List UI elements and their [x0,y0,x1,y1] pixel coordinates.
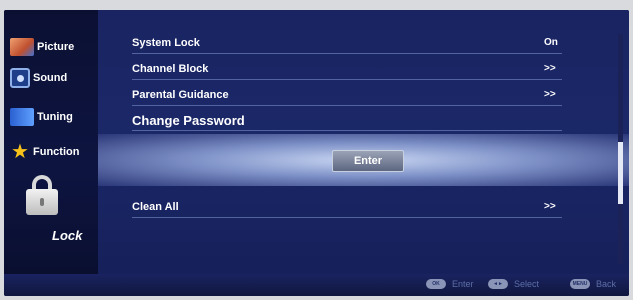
hint-label: Select [514,279,540,289]
menu-row-label: Change Password [132,113,245,128]
hint-bar: OK Enter ◄► Select MENU Back [4,274,629,296]
sidebar-item-picture[interactable]: Picture [10,38,74,56]
sidebar-item-label: Sound [33,72,68,84]
menu-row-label: Channel Block [132,63,209,75]
menu-row-value: >> [544,89,556,100]
menu-row-value: >> [544,63,556,74]
hint-label: Back [596,279,617,289]
menu-row-label: Clean All [132,201,179,213]
menu-row-clean-all[interactable]: Clean All >> [132,198,572,218]
sidebar-item-function[interactable]: ★ Function [10,142,79,162]
menu-row-label: Parental Guidance [132,89,229,101]
menu-row-label: System Lock [132,37,200,49]
sidebar-item-label: Function [33,146,80,158]
menu-key-icon: MENU [570,279,590,289]
tv-screen: Picture Sound Tuning ★ Function Lock Sys… [4,10,629,296]
hint-select: ◄► Select [488,279,539,289]
row-divider [132,79,562,80]
menu-row-system-lock[interactable]: System Lock On [132,34,572,54]
sidebar-item-tuning[interactable]: Tuning [10,108,73,126]
picture-icon [10,38,34,56]
sidebar-item-label: Picture [37,41,75,53]
sound-icon [10,68,30,88]
row-divider [132,130,562,131]
active-menu-label: Lock [52,228,83,243]
arrow-keys-icon: ◄► [488,279,508,289]
sidebar-item-sound[interactable]: Sound [10,68,67,88]
hint-enter: OK Enter [426,279,474,289]
row-divider [132,105,562,106]
row-divider [132,217,562,218]
ok-key-icon: OK [426,279,446,289]
hint-label: Enter [452,279,474,289]
menu-row-parental-guidance[interactable]: Parental Guidance >> [132,86,572,106]
menu-row-change-password[interactable]: Change Password [132,111,572,131]
menu-row-value: On [544,37,558,48]
menu-row-value: >> [544,201,556,212]
scrollbar-thumb[interactable] [618,142,623,204]
row-divider [132,53,562,54]
sidebar-item-label: Tuning [37,111,73,123]
star-icon: ★ [11,141,29,163]
menu-row-channel-block[interactable]: Channel Block >> [132,60,572,80]
enter-button[interactable]: Enter [332,150,404,172]
hint-back: MENU Back [570,279,616,289]
tuning-icon [10,108,34,126]
sidebar: Picture Sound Tuning ★ Function Lock [4,10,98,274]
lock-menu: System Lock On Channel Block >> Parental… [98,10,629,274]
